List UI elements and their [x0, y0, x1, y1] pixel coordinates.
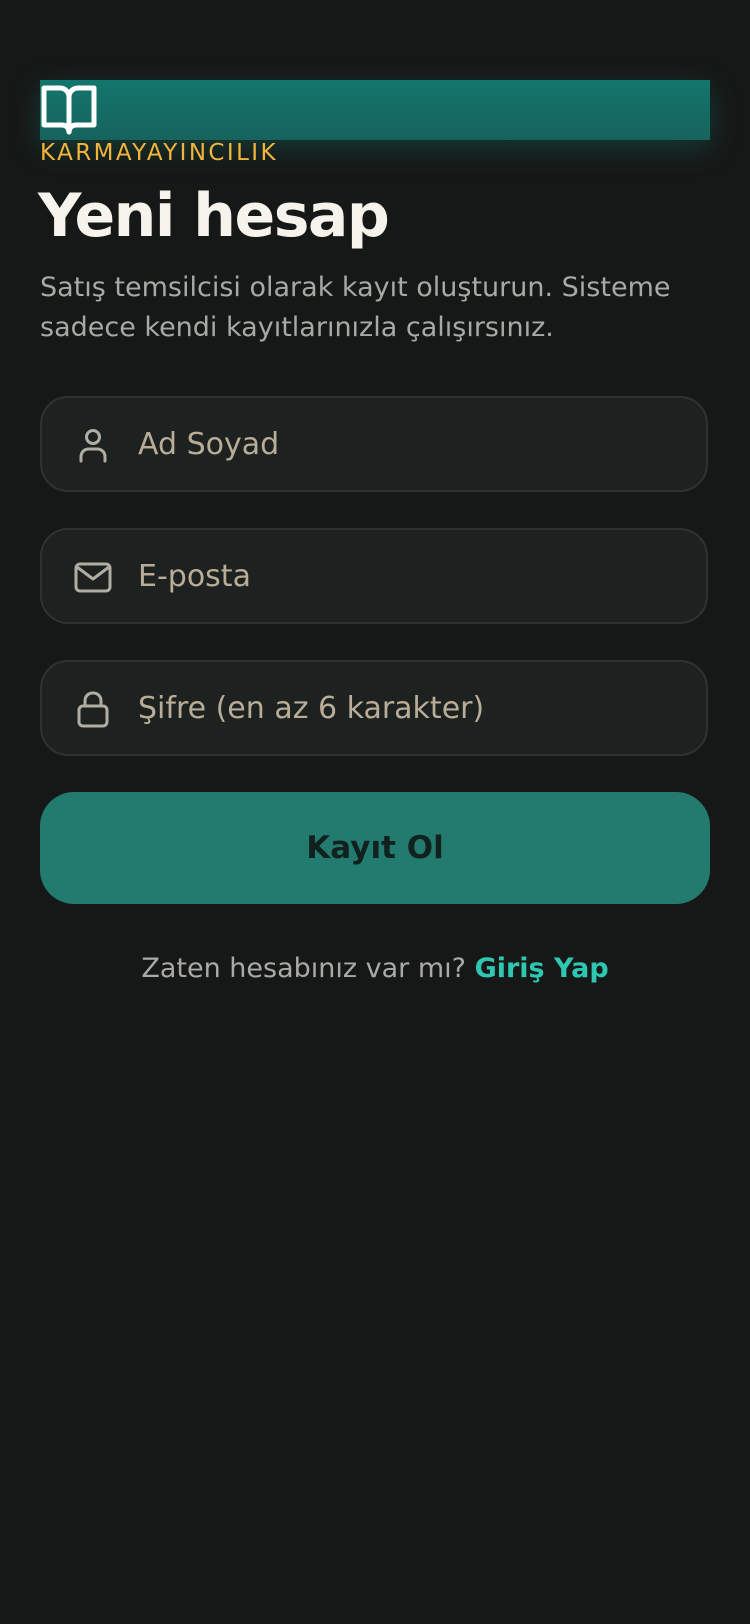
mail-icon	[74, 562, 112, 593]
login-prompt: Zaten hesabınız var mı? Giriş Yap	[0, 953, 750, 984]
login-link[interactable]: Giriş Yap	[475, 953, 609, 984]
open-book-icon	[41, 85, 97, 135]
brand-banner	[40, 80, 710, 140]
page-subtitle: Satış temsilcisi olarak kayıt oluşturun.…	[40, 272, 671, 343]
email-input[interactable]	[138, 530, 678, 622]
signup-screen: KARMAYAYINCILIK Yeni hesap Satış temsilc…	[0, 0, 750, 1624]
full-name-field[interactable]	[40, 396, 708, 492]
page-title: Yeni hesap	[38, 181, 390, 251]
password-input[interactable]	[138, 662, 678, 754]
user-icon	[79, 429, 107, 463]
lock-icon	[77, 691, 109, 728]
brand-name: KARMAYAYINCILIK	[40, 140, 278, 166]
full-name-input[interactable]	[138, 398, 678, 490]
email-field[interactable]	[40, 528, 708, 624]
password-field[interactable]	[40, 660, 708, 756]
login-prompt-text: Zaten hesabınız var mı?	[141, 953, 466, 984]
register-button[interactable]: Kayıt Ol	[40, 792, 710, 904]
